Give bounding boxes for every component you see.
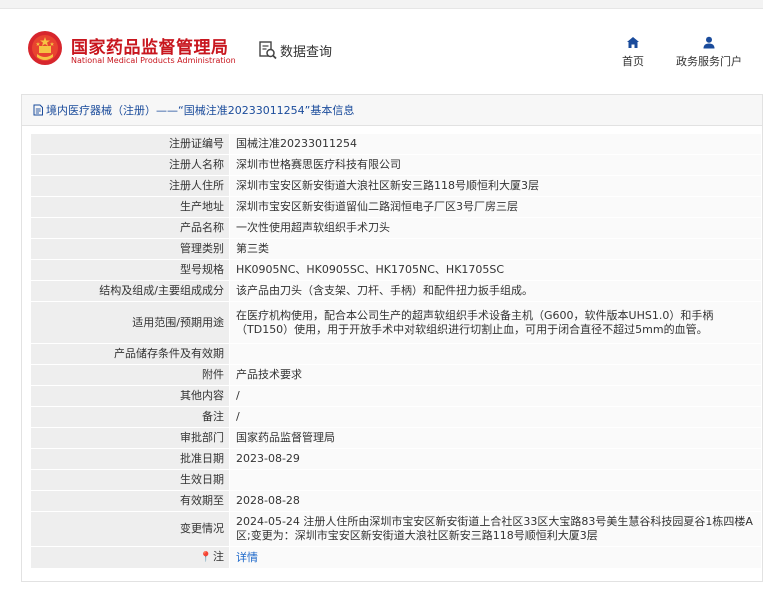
detail-panel: 境内医疗器械（注册）——“国械注准20233011254”基本信息 注册证编号国… [21, 94, 763, 582]
breadcrumb-text: 境内医疗器械（注册）——“国械注准20233011254”基本信息 [46, 104, 355, 117]
site-header: 国家药品监督管理局 National Medical Products Admi… [0, 10, 763, 82]
field-value: / [229, 406, 762, 428]
pin-icon: 📍 [199, 552, 212, 563]
field-value: 深圳市宝安区新安街道大浪社区新安三路118号顺恒利大厦3层 [229, 175, 762, 197]
field-label: 批准日期 [30, 448, 230, 470]
field-value: 该产品由刀头（含支架、刀杆、手柄）和配件扭力扳手组成。 [229, 280, 762, 302]
table-row: 管理类别 第三类 [30, 238, 762, 260]
data-search-icon [259, 41, 277, 60]
national-emblem-icon [28, 31, 62, 65]
field-value [229, 469, 762, 491]
nav-home-label: 首页 [622, 55, 644, 68]
table-row: 其他内容 / [30, 385, 762, 407]
user-icon [703, 36, 715, 49]
field-value: 第三类 [229, 238, 762, 260]
table-row: 有效期至 2028-08-28 [30, 490, 762, 512]
field-label: 适用范围/预期用途 [30, 301, 230, 344]
field-value: HK0905NC、HK0905SC、HK1705NC、HK1705SC [229, 259, 762, 281]
field-value: 深圳市宝安区新安街道留仙二路润恒电子厂区3号厂房三层 [229, 196, 762, 218]
field-label: 注册证编号 [30, 133, 230, 155]
field-label: 注册人住所 [30, 175, 230, 197]
field-label: 结构及组成/主要组成成分 [30, 280, 230, 302]
field-value: 2028-08-28 [229, 490, 762, 512]
field-value: 一次性使用超声软组织手术刀头 [229, 217, 762, 239]
table-row: 产品储存条件及有效期 [30, 343, 762, 365]
field-label: 生效日期 [30, 469, 230, 491]
field-label: 注 [213, 550, 224, 563]
field-label: 附件 [30, 364, 230, 386]
table-row: 适用范围/预期用途 在医疗机构使用，配合本公司生产的超声软组织手术设备主机（G60… [30, 301, 762, 344]
field-value: 国家药品监督管理局 [229, 427, 762, 449]
field-label: 管理类别 [30, 238, 230, 260]
registration-info-table: 注册证编号 国械注准20233011254 注册人名称 深圳市世格赛思医疗科技有限公… [30, 133, 762, 569]
table-row: 生效日期 [30, 469, 762, 491]
field-value: 国械注准20233011254 [229, 133, 762, 155]
field-label: 审批部门 [30, 427, 230, 449]
table-row: 型号规格 HK0905NC、HK0905SC、HK1705NC、HK1705SC [30, 259, 762, 281]
field-label: 型号规格 [30, 259, 230, 281]
data-query-label: 数据查询 [280, 44, 333, 60]
table-row: 附件 产品技术要求 [30, 364, 762, 386]
table-row: 审批部门 国家药品监督管理局 [30, 427, 762, 449]
details-link[interactable]: 详情 [236, 551, 258, 564]
field-label: 备注 [30, 406, 230, 428]
data-query-link[interactable]: 数据查询 [258, 39, 332, 61]
document-icon [33, 104, 43, 116]
table-row: 产品名称 一次性使用超声软组织手术刀头 [30, 217, 762, 239]
field-label: 产品名称 [30, 217, 230, 239]
breadcrumb: 境内医疗器械（注册）——“国械注准20233011254”基本信息 [22, 95, 762, 126]
nav-home[interactable]: 首页 [593, 36, 673, 69]
table-row: 注册证编号 国械注准20233011254 [30, 133, 762, 155]
table-row: 批准日期 2023-08-29 [30, 448, 762, 470]
brand-name-en: National Medical Products Administration [71, 56, 236, 65]
field-label: 生产地址 [30, 196, 230, 218]
nav-service-portal-label: 政务服务门户 [676, 55, 742, 68]
note-value-cell: 详情 [229, 546, 762, 569]
field-value: 在医疗机构使用，配合本公司生产的超声软组织手术设备主机（G600，软件版本UHS… [229, 301, 762, 344]
home-icon [627, 37, 639, 48]
table-row: 备注 / [30, 406, 762, 428]
table-row: 注册人名称 深圳市世格赛思医疗科技有限公司 [30, 154, 762, 176]
field-value: 2024-05-24 注册人住所由深圳市宝安区新安街道上合社区33区大宝路83号… [229, 511, 762, 547]
field-value: / [229, 385, 762, 407]
field-value [229, 343, 762, 365]
table-row: 注册人住所 深圳市宝安区新安街道大浪社区新安三路118号顺恒利大厦3层 [30, 175, 762, 197]
table-row: 结构及组成/主要组成成分 该产品由刀头（含支架、刀杆、手柄）和配件扭力扳手组成。 [30, 280, 762, 302]
nav-service-portal[interactable]: 政务服务门户 [669, 36, 749, 69]
field-label: 产品储存条件及有效期 [30, 343, 230, 365]
field-value: 深圳市世格赛思医疗科技有限公司 [229, 154, 762, 176]
brand-name-cn[interactable]: 国家药品监督管理局 [71, 33, 229, 58]
table-row: 变更情况 2024-05-24 注册人住所由深圳市宝安区新安街道上合社区33区大宝… [30, 511, 762, 547]
table-row: 📍注 详情 [30, 546, 762, 569]
table-row: 生产地址 深圳市宝安区新安街道留仙二路润恒电子厂区3号厂房三层 [30, 196, 762, 218]
field-value: 2023-08-29 [229, 448, 762, 470]
field-label: 其他内容 [30, 385, 230, 407]
top-strip [0, 0, 763, 9]
note-label-cell: 📍注 [30, 546, 230, 569]
field-label: 有效期至 [30, 490, 230, 512]
field-label: 变更情况 [30, 511, 230, 547]
field-label: 注册人名称 [30, 154, 230, 176]
field-value: 产品技术要求 [229, 364, 762, 386]
